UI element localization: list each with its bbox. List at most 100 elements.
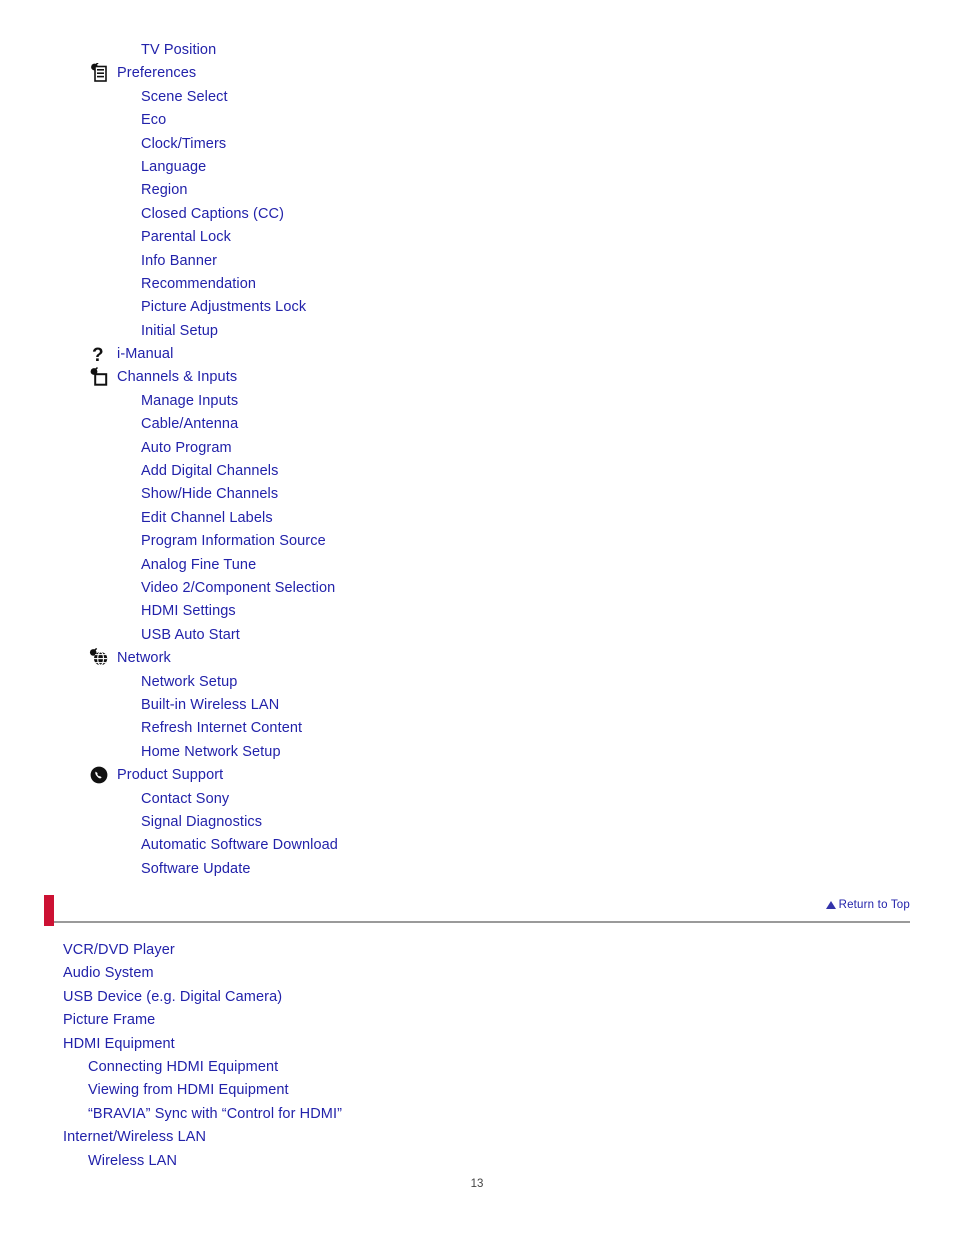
toc-link[interactable]: Preferences <box>117 65 196 81</box>
toc-link[interactable]: Software Update <box>141 861 251 877</box>
toc-entry: Signal Diagnostics <box>0 810 954 833</box>
toc-entry: Analog Fine Tune <box>0 553 954 576</box>
toc-link[interactable]: Automatic Software Download <box>141 837 338 853</box>
toc-entry: Wireless LAN <box>0 1149 954 1172</box>
toc-entry: Connecting HDMI Equipment <box>0 1055 954 1078</box>
toc-link[interactable]: Eco <box>141 112 166 128</box>
toc-link[interactable]: Analog Fine Tune <box>141 557 256 573</box>
toc-entry: Home Network Setup <box>0 740 954 763</box>
toc-link[interactable]: Cable/Antenna <box>141 416 238 432</box>
horizontal-rule <box>54 921 910 923</box>
toc-entry: Auto Program <box>0 436 954 459</box>
toc-entry: Viewing from HDMI Equipment <box>0 1078 954 1101</box>
toc-entry: Automatic Software Download <box>0 833 954 856</box>
toc-link[interactable]: “BRAVIA” Sync with “Control for HDMI” <box>88 1106 342 1122</box>
toc-entry: Network <box>0 646 954 669</box>
toc-link[interactable]: Recommendation <box>141 276 256 292</box>
svg-text:?: ? <box>92 345 104 364</box>
preferences-list-icon <box>88 63 112 83</box>
toc-link[interactable]: Channels & Inputs <box>117 369 237 385</box>
toc-link[interactable]: Refresh Internet Content <box>141 720 302 736</box>
toc-link[interactable]: Viewing from HDMI Equipment <box>88 1082 289 1098</box>
toc-entry: Preferences <box>0 61 954 84</box>
table-of-contents-lower: VCR/DVD Player Audio System USB Device (e.… <box>0 938 954 1172</box>
toc-link[interactable]: Scene Select <box>141 89 228 105</box>
toc-link[interactable]: VCR/DVD Player <box>63 942 175 958</box>
toc-entry: Initial Setup <box>0 319 954 342</box>
toc-entry: Contact Sony <box>0 787 954 810</box>
question-mark-icon: ? <box>88 344 112 364</box>
return-to-top-link[interactable]: Return to Top <box>825 899 910 911</box>
toc-link[interactable]: Video 2/Component Selection <box>141 580 335 596</box>
toc-link[interactable]: Picture Frame <box>63 1012 155 1028</box>
toc-entry: Info Banner <box>0 249 954 272</box>
toc-entry: Channels & Inputs <box>0 365 954 388</box>
table-of-contents-upper: TV Position Preferences Scene Select Eco Clo… <box>0 38 954 880</box>
toc-link[interactable]: Built-in Wireless LAN <box>141 697 279 713</box>
toc-link[interactable]: Network <box>117 650 171 666</box>
accent-bar <box>44 895 54 926</box>
toc-entry: Refresh Internet Content <box>0 716 954 739</box>
globe-icon <box>88 648 112 668</box>
toc-link[interactable]: TV Position <box>141 42 216 58</box>
toc-entry: USB Auto Start <box>0 623 954 646</box>
toc-entry: Show/Hide Channels <box>0 482 954 505</box>
toc-entry: Picture Frame <box>0 1008 954 1031</box>
toc-link[interactable]: Add Digital Channels <box>141 463 278 479</box>
toc-link[interactable]: Region <box>141 182 188 198</box>
toc-entry: VCR/DVD Player <box>0 938 954 961</box>
toc-link[interactable]: Picture Adjustments Lock <box>141 299 306 315</box>
toc-entry: TV Position <box>0 38 954 61</box>
toc-entry: Eco <box>0 108 954 131</box>
toc-entry: Product Support <box>0 763 954 786</box>
toc-link[interactable]: Info Banner <box>141 253 217 269</box>
toc-entry: HDMI Settings <box>0 599 954 622</box>
toc-entry: Network Setup <box>0 670 954 693</box>
toc-entry: Built-in Wireless LAN <box>0 693 954 716</box>
toc-link[interactable]: HDMI Settings <box>141 603 236 619</box>
toc-entry: Manage Inputs <box>0 389 954 412</box>
toc-link[interactable]: Parental Lock <box>141 229 231 245</box>
toc-entry: Closed Captions (CC) <box>0 202 954 225</box>
toc-entry: Video 2/Component Selection <box>0 576 954 599</box>
toc-entry: Picture Adjustments Lock <box>0 295 954 318</box>
toc-link[interactable]: Manage Inputs <box>141 393 238 409</box>
toc-link[interactable]: Auto Program <box>141 440 232 456</box>
toc-link[interactable]: i-Manual <box>117 346 173 362</box>
toc-link[interactable]: Closed Captions (CC) <box>141 206 284 222</box>
toc-link[interactable]: Initial Setup <box>141 323 218 339</box>
toc-link[interactable]: Audio System <box>63 965 154 981</box>
toc-entry: Internet/Wireless LAN <box>0 1125 954 1148</box>
channels-inputs-icon <box>88 367 112 387</box>
section-divider: Return to Top <box>0 893 954 929</box>
return-to-top-label: Return to Top <box>838 899 910 911</box>
toc-link[interactable]: Product Support <box>117 767 223 783</box>
toc-entry: Parental Lock <box>0 225 954 248</box>
page-number: 13 <box>470 1178 484 1190</box>
toc-link[interactable]: Clock/Timers <box>141 136 226 152</box>
toc-entry: Audio System <box>0 961 954 984</box>
toc-link[interactable]: Connecting HDMI Equipment <box>88 1059 278 1075</box>
toc-entry: Clock/Timers <box>0 132 954 155</box>
toc-link[interactable]: Contact Sony <box>141 791 229 807</box>
toc-entry: Region <box>0 178 954 201</box>
triangle-up-icon <box>825 901 836 909</box>
toc-link[interactable]: Program Information Source <box>141 533 326 549</box>
toc-link[interactable]: USB Auto Start <box>141 627 240 643</box>
toc-link[interactable]: Show/Hide Channels <box>141 486 278 502</box>
toc-entry: Recommendation <box>0 272 954 295</box>
toc-entry: Add Digital Channels <box>0 459 954 482</box>
toc-link[interactable]: Wireless LAN <box>88 1153 177 1169</box>
toc-link[interactable]: Edit Channel Labels <box>141 510 273 526</box>
toc-entry: USB Device (e.g. Digital Camera) <box>0 985 954 1008</box>
toc-entry: Cable/Antenna <box>0 412 954 435</box>
toc-entry: “BRAVIA” Sync with “Control for HDMI” <box>0 1102 954 1125</box>
phone-icon <box>88 765 112 785</box>
toc-link[interactable]: Home Network Setup <box>141 744 281 760</box>
toc-link[interactable]: Signal Diagnostics <box>141 814 262 830</box>
toc-link[interactable]: HDMI Equipment <box>63 1036 175 1052</box>
toc-link[interactable]: Language <box>141 159 206 175</box>
toc-link[interactable]: Network Setup <box>141 674 237 690</box>
toc-link[interactable]: Internet/Wireless LAN <box>63 1129 206 1145</box>
toc-link[interactable]: USB Device (e.g. Digital Camera) <box>63 989 282 1005</box>
